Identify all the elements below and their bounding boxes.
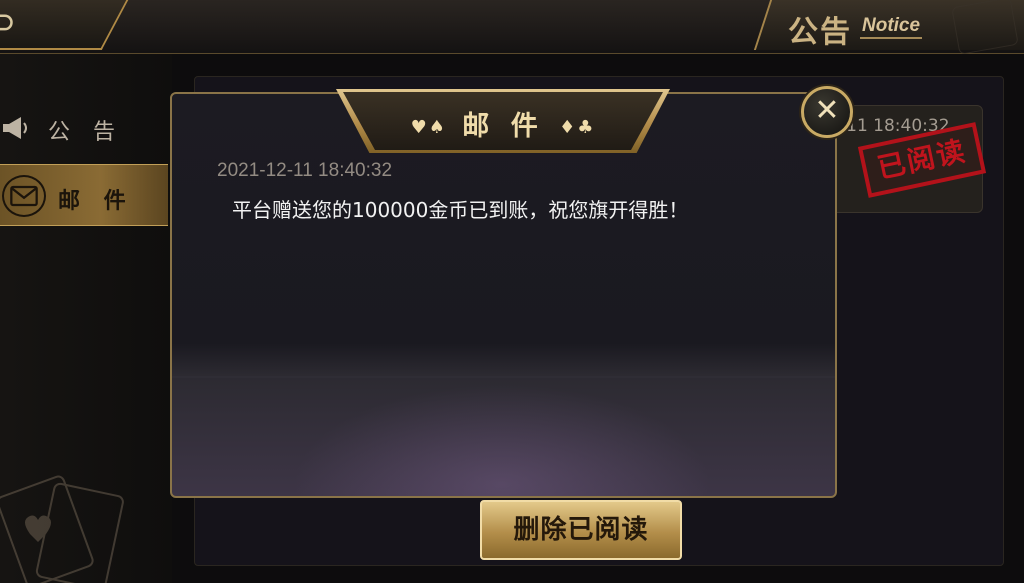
delete-read-button[interactable]: 删除已阅读 <box>480 500 682 560</box>
sidebar-item-label: 邮 件 <box>58 189 134 214</box>
glow-decoration <box>292 384 712 496</box>
divider <box>172 376 835 378</box>
mail-body: 平台赠送您的100000金币已到账，祝您旗开得胜！ <box>232 198 689 222</box>
sidebar-item-notice[interactable]: 公 告 <box>0 98 168 160</box>
playing-cards-decoration <box>0 475 124 583</box>
back-arrow-icon: ⊃ <box>0 2 17 42</box>
sidebar-item-mail[interactable]: 邮 件 <box>0 164 168 226</box>
close-button[interactable]: ✕ <box>801 86 853 138</box>
dialog-title-text: 邮 件 <box>462 111 544 142</box>
page-title-english: Notice <box>860 15 923 39</box>
close-icon: ✕ <box>814 93 840 128</box>
envelope-icon <box>2 175 46 217</box>
sidebar-item-label: 公 告 <box>48 120 123 145</box>
sidebar: 公 告 邮 件 <box>0 54 172 583</box>
mail-timestamp: 2021-12-11 18:40:32 <box>217 160 393 181</box>
card-suits-icon: ♦♣ <box>559 117 596 138</box>
page-title: 公告 <box>788 15 852 50</box>
card-suits-icon: ♥♠ <box>410 117 447 138</box>
megaphone-icon <box>3 117 27 139</box>
dialog-title: ♥♠ 邮 件 ♦♣ <box>336 104 670 143</box>
